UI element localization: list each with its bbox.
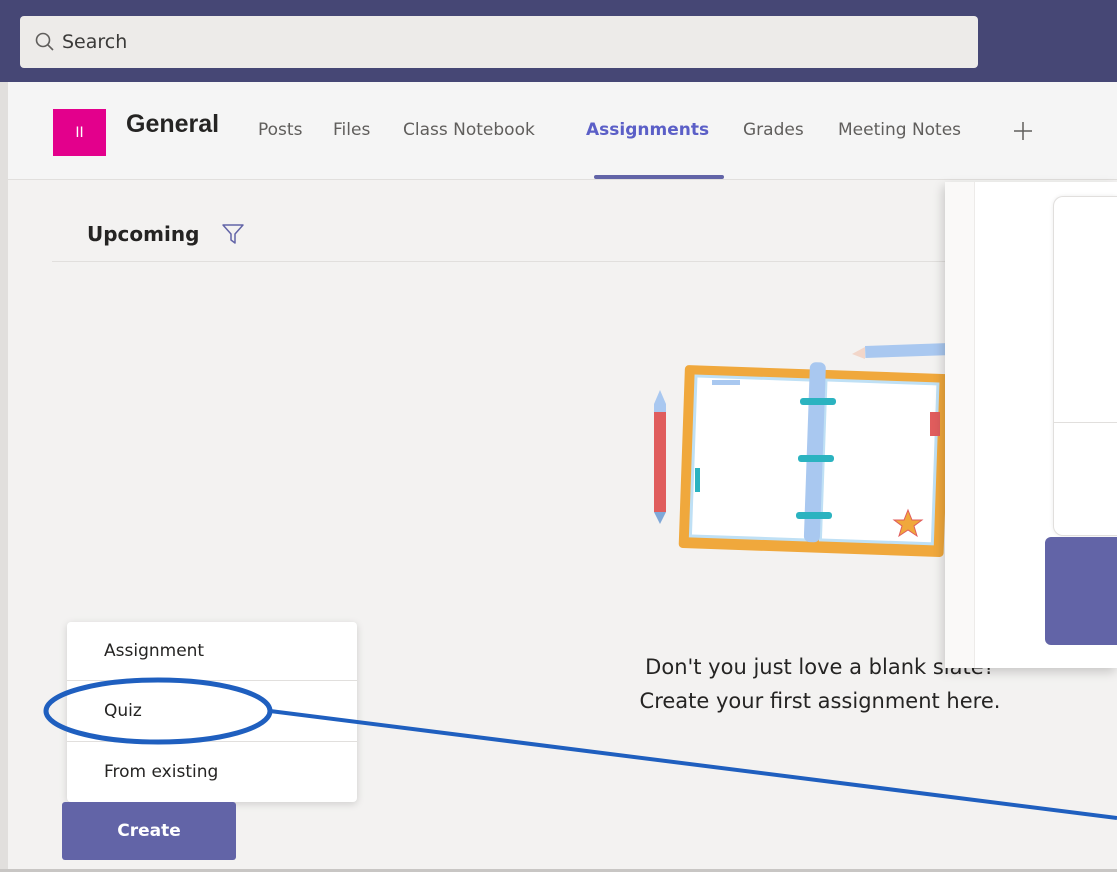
top-bar: Search: [0, 0, 1117, 82]
tab-grades[interactable]: Grades: [743, 120, 804, 140]
search-icon: [35, 32, 54, 51]
tab-assignments[interactable]: Assignments: [586, 120, 709, 140]
pencil-left-icon: [654, 390, 666, 524]
create-button[interactable]: Create: [62, 802, 236, 860]
create-menu: Assignment Quiz From existing: [67, 622, 357, 802]
active-tab-indicator: [594, 175, 724, 179]
filter-icon[interactable]: [220, 222, 246, 246]
search-placeholder: Search: [62, 31, 128, 53]
search-input[interactable]: Search: [20, 16, 978, 68]
empty-state-line-2: Create your first assignment here.: [639, 689, 1001, 713]
section-divider: [52, 261, 952, 262]
dialog-panel: [945, 182, 1117, 668]
menu-item-from-existing[interactable]: From existing: [67, 743, 357, 801]
menu-item-assignment[interactable]: Assignment: [67, 622, 357, 680]
channel-header: II General Posts Files Class Notebook As…: [8, 82, 1117, 180]
menu-divider: [67, 741, 357, 742]
tab-meeting-notes[interactable]: Meeting Notes: [838, 120, 961, 140]
plus-icon[interactable]: [1012, 120, 1034, 142]
tab-posts[interactable]: Posts: [258, 120, 302, 140]
notebook-illustration: [654, 342, 960, 557]
dialog-primary-button[interactable]: [1045, 537, 1117, 645]
pencil-top-icon: [852, 342, 960, 359]
team-avatar[interactable]: II: [53, 109, 106, 156]
dialog-card-divider: [1054, 422, 1117, 423]
upcoming-label[interactable]: Upcoming: [87, 222, 199, 246]
dialog-rail: [945, 182, 975, 668]
menu-divider: [67, 680, 357, 681]
tab-class-notebook[interactable]: Class Notebook: [403, 120, 535, 140]
menu-item-quiz[interactable]: Quiz: [67, 682, 357, 740]
dialog-card: [1053, 196, 1117, 536]
app-rail-edge: [0, 82, 8, 872]
tab-files[interactable]: Files: [333, 120, 370, 140]
channel-title: General: [126, 110, 220, 138]
annotation-pointer-line: [269, 709, 1117, 820]
